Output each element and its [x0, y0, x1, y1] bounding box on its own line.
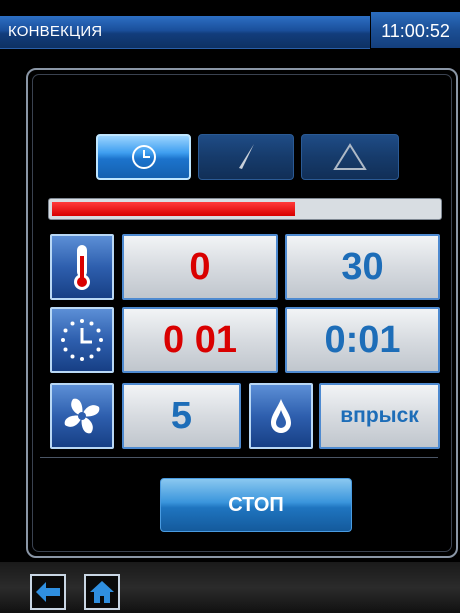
set-temperature-button[interactable]: 30: [285, 234, 440, 300]
thermometer-icon: [74, 245, 90, 290]
steam-tile: [249, 383, 313, 449]
progress-bar: [48, 198, 442, 220]
fan-icon: [64, 398, 100, 434]
convection-screen: КОНВЕКЦИЯ 11:00:52 0 30 0 01 0:01 5 впры…: [0, 0, 460, 613]
back-button[interactable]: [30, 574, 66, 610]
progress-bar-fill: [52, 202, 295, 216]
divider: [40, 457, 438, 458]
probe-icon: [239, 144, 254, 169]
fan-speed-button[interactable]: 5: [122, 383, 241, 449]
title-bar: КОНВЕКЦИЯ: [0, 16, 370, 49]
water-drop-icon: [271, 399, 291, 433]
time-tile: [50, 307, 114, 373]
clock-display: 11:00:52: [371, 12, 460, 48]
clock-icon: [131, 145, 156, 169]
mode-tab-delta[interactable]: [301, 134, 399, 180]
fan-tile: [50, 383, 114, 449]
current-time-value[interactable]: 0 01: [122, 307, 278, 373]
timer-clock-icon: [61, 319, 103, 361]
mode-tab-timer[interactable]: [96, 134, 191, 180]
arrow-left-icon: [36, 582, 60, 602]
home-icon: [90, 581, 114, 603]
current-temperature-value[interactable]: 0: [122, 234, 278, 300]
mode-tab-probe[interactable]: [198, 134, 294, 180]
home-button[interactable]: [84, 574, 120, 610]
stop-button[interactable]: СТОП: [160, 478, 352, 532]
delta-icon: [333, 143, 367, 170]
set-time-button[interactable]: 0:01: [285, 307, 440, 373]
temperature-tile: [50, 234, 114, 300]
mode-title: КОНВЕКЦИЯ: [8, 23, 103, 40]
steam-injection-button[interactable]: впрыск: [319, 383, 440, 449]
bottom-bar: [0, 562, 460, 613]
